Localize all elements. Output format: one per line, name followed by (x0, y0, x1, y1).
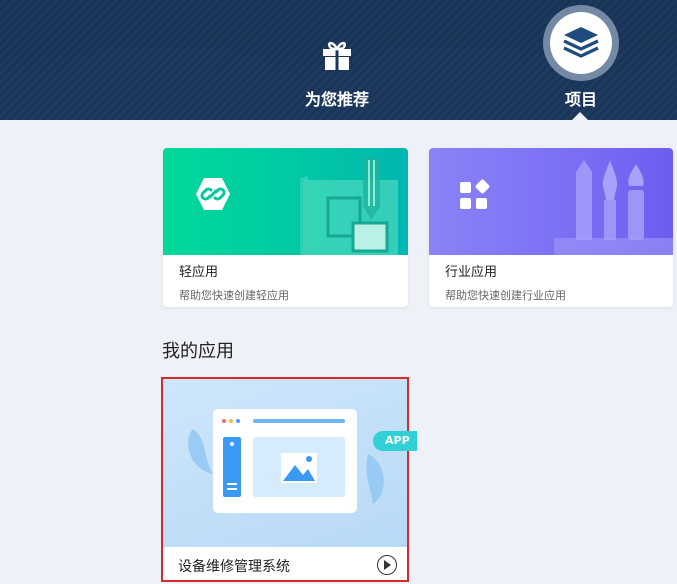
nav-recommend-label: 为您推荐 (304, 90, 369, 109)
light-app-title: 轻应用 (179, 265, 219, 280)
industry-app-desc: 帮助您快速创建行业应用 (445, 289, 566, 302)
nav-recommend[interactable]: 为您推荐 (290, 0, 384, 120)
link-icon (196, 178, 230, 210)
my-apps-heading: 我的应用 (162, 341, 234, 362)
top-navigation: 为您推荐 项目 (0, 0, 677, 120)
nav-project[interactable]: 项目 (536, 0, 626, 120)
apps-grid-icon (460, 179, 490, 209)
gift-icon (323, 41, 351, 70)
project-icon-ring (543, 5, 619, 81)
light-app-banner (163, 148, 408, 255)
active-tab-indicator (572, 112, 588, 120)
blueprint-illustration (300, 158, 398, 255)
industry-app-card[interactable]: 行业应用 帮助您快速创建行业应用 (429, 148, 673, 307)
layers-icon (563, 27, 599, 58)
light-app-desc: 帮助您快速创建轻应用 (179, 289, 289, 302)
app-card-equipment-maintenance[interactable]: APP 设备维修管理系统 (161, 377, 417, 582)
app-name: 设备维修管理系统 (178, 559, 290, 575)
brushes-illustration (554, 160, 673, 255)
app-window-illustration (188, 409, 384, 513)
project-icon-circle (550, 12, 612, 74)
play-icon[interactable] (377, 555, 397, 575)
app-badge: APP (373, 431, 417, 451)
app-banner (163, 379, 407, 547)
industry-app-banner (429, 148, 673, 255)
light-app-card[interactable]: 轻应用 帮助您快速创建轻应用 (163, 148, 408, 307)
nav-project-label: 项目 (564, 90, 597, 109)
industry-app-title: 行业应用 (445, 265, 498, 280)
